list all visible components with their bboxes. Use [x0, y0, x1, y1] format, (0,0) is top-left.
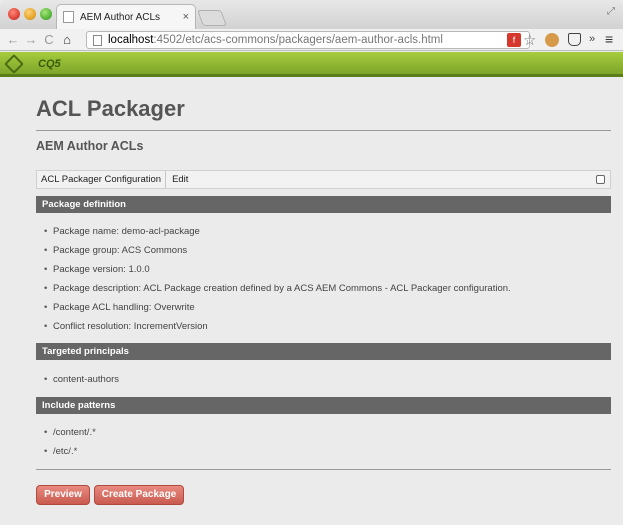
list-item: Package ACL handling: Overwrite [44, 298, 511, 317]
url-host: localhost [108, 34, 154, 46]
preview-button[interactable]: Preview [36, 485, 90, 505]
window-close-button[interactable] [8, 8, 20, 20]
list-item: /etc/.* [44, 442, 96, 461]
cq5-toolbar: CQ5 [0, 52, 623, 77]
edit-button[interactable]: Edit [166, 171, 194, 188]
section-heading-targeted-principals: Targeted principals [36, 343, 611, 360]
footer-divider [36, 469, 611, 470]
include-patterns-list: /content/.* /etc/.* [44, 423, 96, 461]
section-heading-include-patterns: Include patterns [36, 397, 611, 414]
config-toolbar: ACL Packager Configuration Edit [36, 170, 611, 189]
browser-tab[interactable]: AEM Author ACLs × [56, 4, 196, 29]
page-icon [93, 34, 102, 46]
window-maximize-button[interactable] [40, 8, 52, 20]
forward-icon[interactable]: → [22, 32, 40, 47]
page-title: ACL Packager [36, 96, 185, 121]
tab-close-icon[interactable]: × [183, 11, 189, 23]
browser-menu-icon[interactable]: ≡ [605, 31, 613, 47]
cup-extension-icon[interactable] [568, 33, 581, 46]
config-label: ACL Packager Configuration [37, 171, 167, 188]
section-heading-package-definition: Package definition [36, 196, 611, 213]
title-divider [36, 130, 611, 131]
page-subtitle: AEM Author ACLs [36, 139, 144, 153]
create-package-button[interactable]: Create Package [94, 485, 184, 505]
tab-title: AEM Author ACLs [80, 11, 161, 23]
bookmark-star-icon[interactable]: ☆ [523, 31, 536, 49]
url-path: :4502/etc/acs-commons/packagers/aem-auth… [153, 34, 443, 46]
window-minimize-button[interactable] [24, 8, 36, 20]
list-item: Conflict resolution: IncrementVersion [44, 317, 511, 336]
list-item: /content/.* [44, 423, 96, 442]
list-item: Package version: 1.0.0 [44, 260, 511, 279]
back-icon[interactable]: ← [4, 32, 22, 47]
cq5-logo-icon[interactable] [4, 54, 24, 74]
browser-tab-strip: AEM Author ACLs × ⤢ [0, 0, 623, 29]
address-bar[interactable]: localhost:4502/etc/acs-commons/packagers… [86, 31, 530, 49]
principals-list: content-authors [44, 370, 119, 389]
page-content: ACL Packager AEM Author ACLs ACL Package… [0, 80, 623, 525]
package-definition-list: Package name: demo-acl-package Package g… [44, 222, 511, 336]
cookie-extension-icon[interactable] [545, 33, 559, 47]
new-tab-button[interactable] [197, 10, 227, 26]
config-checkbox[interactable] [596, 175, 605, 184]
list-item: content-authors [44, 370, 119, 389]
home-icon[interactable]: ⌂ [58, 32, 76, 47]
list-item: Package name: demo-acl-package [44, 222, 511, 241]
fullscreen-icon[interactable]: ⤢ [607, 6, 615, 17]
cq5-logo-text: CQ5 [38, 58, 61, 70]
list-item: Package group: ACS Commons [44, 241, 511, 260]
more-extensions-icon[interactable]: » [589, 33, 595, 45]
flash-extension-icon[interactable]: f [507, 33, 521, 47]
page-favicon-icon [63, 11, 74, 23]
list-item: Package description: ACL Package creatio… [44, 279, 511, 298]
reload-icon[interactable]: C [40, 32, 58, 47]
